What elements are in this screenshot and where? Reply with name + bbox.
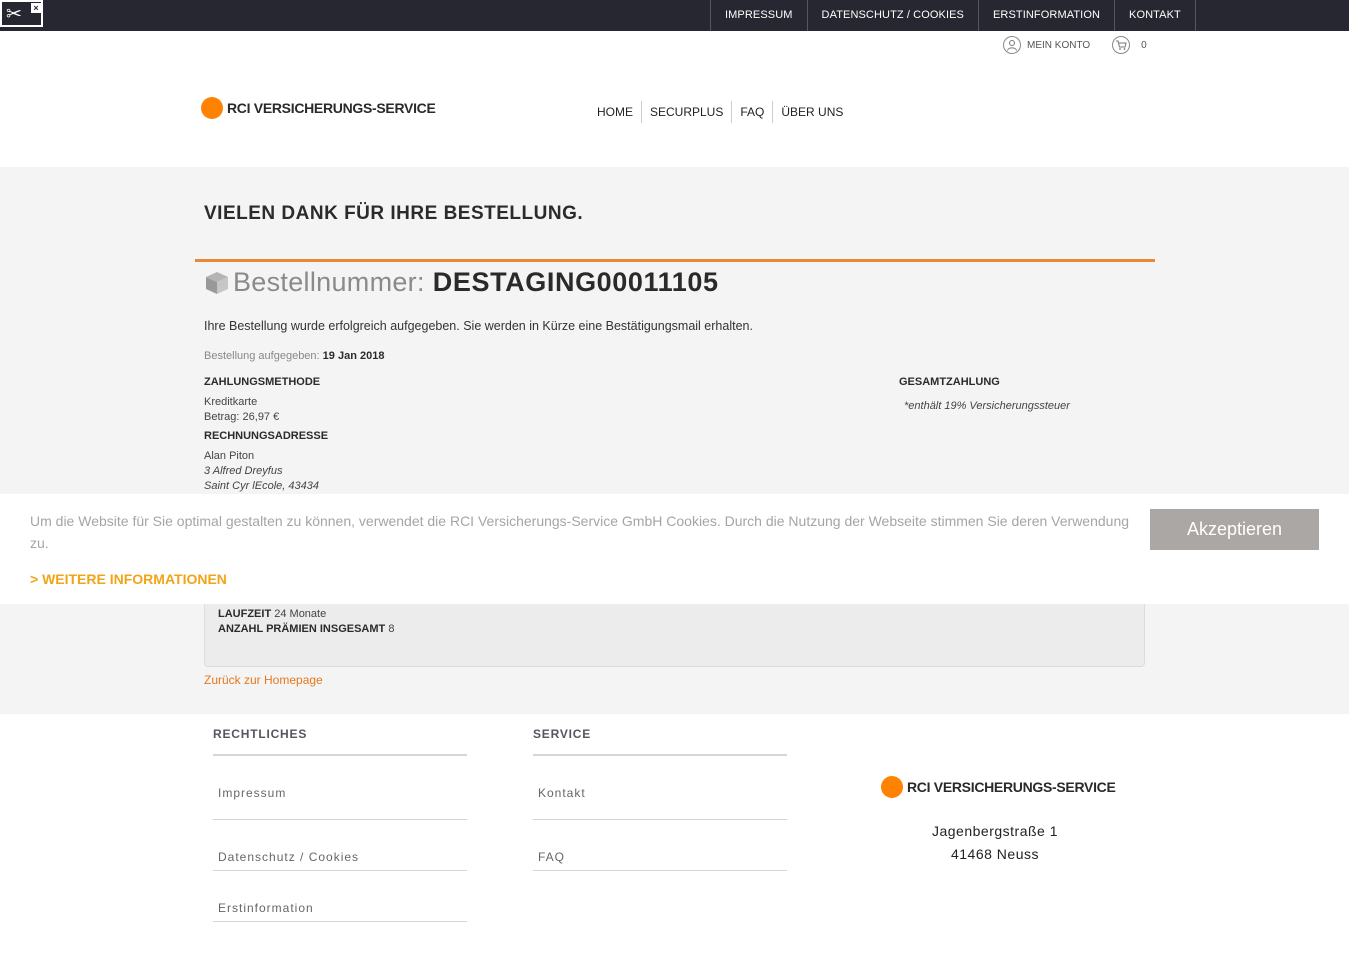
dev-tools-icon[interactable]: ✂ × xyxy=(0,0,43,27)
term-label: LAUFZEIT xyxy=(218,608,272,620)
close-icon[interactable]: × xyxy=(31,3,41,13)
order-confirmation: VIELEN DANK FÜR IHRE BESTELLUNG. Bestell… xyxy=(0,167,1349,714)
logo-dot-icon xyxy=(881,776,903,798)
top-link-erstinformation[interactable]: ERSTINFORMATION xyxy=(979,0,1116,31)
cart-count: 0 xyxy=(1141,39,1147,51)
footer-legal-heading: RECHTLICHES xyxy=(213,727,467,756)
package-icon xyxy=(206,271,228,294)
my-account-link[interactable]: MEIN KONTO xyxy=(1027,40,1090,51)
address-street: Jagenbergstraße 1 xyxy=(931,823,1059,839)
order-placed: Bestellung aufgegeben: 19 Jan 2018 xyxy=(204,350,384,362)
main-nav: HOME SECURPLUS FAQ ÜBER UNS xyxy=(591,101,851,123)
cart-icon[interactable] xyxy=(1112,36,1131,54)
nav-securplus[interactable]: SECURPLUS xyxy=(642,101,733,123)
footer-link-faq[interactable]: FAQ xyxy=(533,820,787,871)
order-number-value: DESTAGING00011105 xyxy=(432,267,719,297)
footer-brand-name: RCI VERSICHERUNGS-SERVICE xyxy=(907,779,1116,795)
cookie-text: Um die Website für Sie optimal gestalten… xyxy=(30,513,1130,551)
top-bar: ✂ × IMPRESSUM DATENSCHUTZ / COOKIES ERST… xyxy=(0,0,1349,31)
footer-legal: RECHTLICHES Impressum Datenschutz / Cook… xyxy=(213,727,467,922)
top-link-kontakt[interactable]: KONTAKT xyxy=(1115,0,1196,31)
footer-service: SERVICE Kontakt FAQ xyxy=(533,727,787,871)
payment-heading: ZAHLUNGSMETHODE xyxy=(204,376,321,388)
billing-city: Saint Cyr lEcole, 43434 xyxy=(204,480,319,492)
tools-icon: ✂ xyxy=(6,3,22,25)
cookie-banner: Um die Website für Sie optimal gestalten… xyxy=(0,494,1349,604)
cookie-more-info-link[interactable]: > WEITERE INFORMATIONEN xyxy=(30,571,227,587)
order-placed-label: Bestellung aufgegeben: xyxy=(204,350,320,362)
premiums-label: ANZAHL PRÄMIEN INSGESAMT xyxy=(218,623,386,635)
account-bar: MEIN KONTO 0 xyxy=(1003,35,1147,55)
back-to-home-link[interactable]: Zurück zur Homepage xyxy=(204,673,323,687)
billing-heading: RECHNUNGSADRESSE xyxy=(204,430,329,442)
footer-service-heading: SERVICE xyxy=(533,727,787,756)
payment-method: Kreditkarte xyxy=(204,396,258,408)
success-message: Ihre Bestellung wurde erfolgreich aufgeg… xyxy=(204,319,753,333)
payment-amount: Betrag: 26,97 € xyxy=(204,411,280,423)
top-link-impressum[interactable]: IMPRESSUM xyxy=(711,0,808,31)
billing-street: 3 Alfred Dreyfus xyxy=(204,465,283,477)
brand-logo[interactable]: RCI VERSICHERUNGS-SERVICE xyxy=(201,97,436,119)
footer-link-erstinformation[interactable]: Erstinformation xyxy=(213,871,467,922)
nav-home[interactable]: HOME xyxy=(591,101,642,123)
premiums-value: 8 xyxy=(388,623,395,635)
order-number-label: Bestellnummer: xyxy=(233,267,425,297)
divider xyxy=(195,259,1155,262)
total-heading: GESAMTZAHLUNG xyxy=(899,376,1000,388)
top-link-datenschutz[interactable]: DATENSCHUTZ / COOKIES xyxy=(808,0,979,31)
footer-link-impressum[interactable]: Impressum xyxy=(213,756,467,820)
address-city: 41468 Neuss xyxy=(950,846,1039,862)
top-links: IMPRESSUM DATENSCHUTZ / COOKIES ERSTINFO… xyxy=(710,0,1196,31)
accept-cookies-button[interactable]: Akzeptieren xyxy=(1150,509,1319,550)
footer-address: Jagenbergstraße 1 41468 Neuss xyxy=(895,820,1095,866)
nav-faq[interactable]: FAQ xyxy=(732,101,774,123)
brand-name: RCI VERSICHERUNGS-SERVICE xyxy=(227,100,436,116)
tax-note: *enthält 19% Versicherungssteuer xyxy=(904,400,1070,412)
footer-brand-logo[interactable]: RCI VERSICHERUNGS-SERVICE xyxy=(881,776,1116,798)
logo-dot-icon xyxy=(201,97,223,119)
premiums-row: ANZAHL PRÄMIEN INSGESAMT 8 xyxy=(218,623,394,635)
billing-name: Alan Piton xyxy=(204,450,255,462)
order-number: Bestellnummer: DESTAGING00011105 xyxy=(204,267,719,298)
footer-link-datenschutz[interactable]: Datenschutz / Cookies xyxy=(213,820,467,871)
user-icon[interactable] xyxy=(1003,36,1021,54)
term-value: 24 Monate xyxy=(274,608,327,620)
footer-link-kontakt[interactable]: Kontakt xyxy=(533,756,787,820)
term-row: LAUFZEIT 24 Monate xyxy=(218,608,326,620)
order-placed-date: 19 Jan 2018 xyxy=(322,350,385,362)
page-title: VIELEN DANK FÜR IHRE BESTELLUNG. xyxy=(204,203,584,224)
nav-about[interactable]: ÜBER UNS xyxy=(773,101,851,123)
